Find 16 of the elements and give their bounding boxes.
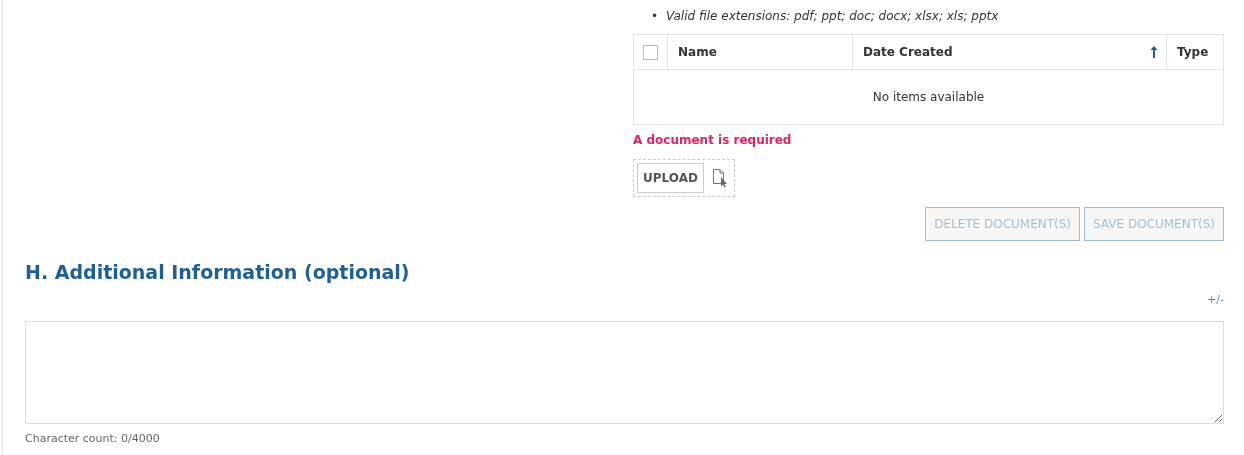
empty-table-message: No items available bbox=[872, 90, 985, 104]
upload-dropzone[interactable]: UPLOAD bbox=[633, 159, 735, 197]
file-cursor-icon bbox=[711, 168, 728, 188]
section-heading: H. Additional Information (optional) bbox=[25, 261, 411, 283]
select-all-checkbox[interactable] bbox=[643, 44, 658, 60]
bullet-marker: • bbox=[651, 8, 659, 25]
character-count: Character count: 0/4000 bbox=[25, 432, 161, 445]
upload-button[interactable]: UPLOAD bbox=[637, 163, 704, 193]
validation-error: A document is required bbox=[633, 133, 793, 147]
additional-info-field[interactable] bbox=[25, 321, 1224, 424]
column-header[interactable]: Type bbox=[1177, 45, 1209, 59]
column-header[interactable]: Name bbox=[678, 45, 717, 59]
expand-collapse-link[interactable]: +/- bbox=[1207, 293, 1224, 306]
column-header[interactable]: Date Created bbox=[863, 45, 953, 59]
sort-arrow-icon[interactable] bbox=[1150, 45, 1158, 59]
file-extension-note: Valid file extensions: pdf; ppt; doc; docx; xlsx; xls; pptx bbox=[666, 8, 999, 25]
